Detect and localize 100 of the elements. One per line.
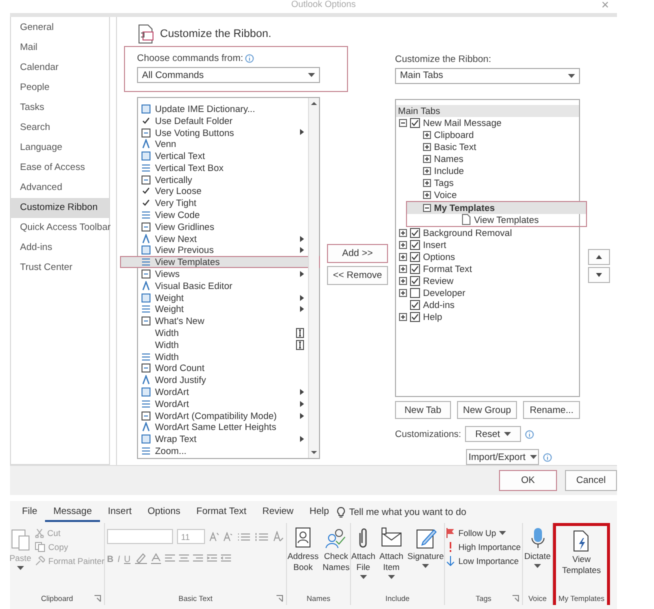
tree-item[interactable]: Tags [396, 176, 579, 189]
command-item[interactable]: Weight [138, 292, 308, 304]
tree-item[interactable]: Names [396, 152, 579, 165]
command-item[interactable]: Venn [138, 138, 308, 150]
remove-button[interactable]: << Remove [327, 266, 388, 285]
command-item[interactable]: Visual Basic Editor [138, 280, 308, 292]
ribbon-edit-button[interactable]: Rename... [523, 401, 580, 419]
command-item[interactable]: Wrap Text [138, 433, 308, 446]
ribbon-tab[interactable]: Format Text [188, 502, 254, 522]
tree-item[interactable]: Clipboard [396, 128, 579, 141]
ribbon-edit-button[interactable]: New Tab [395, 401, 451, 419]
tree-item[interactable]: Review [396, 274, 579, 287]
command-item[interactable]: View Previous [138, 244, 308, 256]
sidebar-item[interactable]: Trust Center [11, 258, 109, 278]
checkbox[interactable] [410, 276, 420, 286]
sidebar-item[interactable]: Add-ins [11, 238, 109, 258]
command-item[interactable]: Vertical Text Box [138, 162, 308, 174]
expand-icon[interactable] [423, 178, 431, 187]
ribbon-button[interactable]: Signature [407, 527, 444, 592]
tell-me-field[interactable]: Tell me what you want to do [349, 506, 466, 518]
expand-icon[interactable] [423, 154, 431, 163]
ribbon-tab[interactable]: Insert [100, 502, 140, 522]
command-item[interactable]: Views [138, 268, 308, 280]
toolbar-button[interactable]: High Importance [446, 542, 521, 552]
command-item[interactable]: Use Voting Buttons [138, 126, 308, 138]
add-button[interactable]: Add >> [327, 244, 388, 263]
checkbox[interactable] [410, 228, 420, 238]
tree-item[interactable]: Basic Text [396, 140, 579, 153]
command-item[interactable]: View Gridlines [138, 220, 308, 233]
command-item[interactable]: WordArt Same Letter Heights [138, 422, 308, 434]
commands-dropdown[interactable]: All Commands [137, 67, 320, 83]
command-item[interactable]: View Next [138, 232, 308, 245]
command-item[interactable]: WordArt (Compatibility Mode) [138, 410, 308, 422]
command-item[interactable]: View Templates [120, 256, 320, 268]
toolbar-button[interactable]: Follow Up [446, 528, 521, 538]
tree-item[interactable]: Background Removal [396, 226, 579, 239]
checkbox[interactable] [410, 252, 420, 262]
sidebar-item[interactable]: Quick Access Toolbar [11, 218, 109, 238]
command-item[interactable]: Use Default Folder [138, 114, 308, 127]
import-export-button[interactable]: Import/Export [466, 449, 539, 465]
expand-icon[interactable] [423, 130, 431, 139]
ribbon-button[interactable]: Attach File [351, 527, 376, 592]
cancel-button[interactable]: Cancel [565, 470, 617, 491]
collapse-icon[interactable] [423, 204, 431, 212]
tree-item[interactable]: Help [396, 310, 579, 323]
expand-icon[interactable] [423, 190, 431, 199]
checkbox[interactable] [410, 312, 420, 322]
tree-item[interactable]: Voice [396, 188, 579, 201]
ribbon-tab[interactable]: Options [140, 502, 188, 522]
ribbon-tab[interactable]: File [14, 502, 46, 522]
tree-item[interactable]: New Mail Message [396, 116, 579, 129]
ribbon-button[interactable]: Dictate [524, 527, 551, 592]
ribbon-button[interactable]: Address Book [287, 527, 319, 592]
sidebar-item[interactable]: Customize Ribbon [11, 198, 109, 218]
command-item[interactable]: Width [138, 338, 308, 351]
expand-icon[interactable] [399, 240, 407, 249]
command-item[interactable]: View Code [138, 209, 308, 221]
sidebar-item[interactable]: Advanced [11, 178, 109, 198]
checkbox[interactable] [410, 300, 420, 310]
tree-item[interactable]: Insert [396, 238, 579, 251]
ribbon-edit-button[interactable]: New Group [456, 401, 518, 419]
sidebar-item[interactable]: Calendar [11, 58, 109, 78]
expand-icon[interactable] [399, 276, 407, 285]
collapse-icon[interactable] [399, 118, 407, 127]
command-item[interactable]: Very Tight [138, 197, 308, 210]
command-item[interactable]: Width [138, 327, 308, 339]
sidebar-item[interactable]: General [11, 18, 109, 38]
tree-item[interactable]: Developer [396, 286, 579, 299]
expand-icon[interactable] [399, 228, 407, 237]
command-item[interactable]: WordArt [138, 398, 308, 410]
command-item[interactable]: Vertically [138, 174, 308, 186]
tree-item[interactable]: Format Text [396, 262, 579, 275]
checkbox[interactable] [410, 288, 420, 298]
ribbon-tab[interactable]: Help [302, 502, 338, 522]
expand-icon[interactable] [399, 264, 407, 273]
checkbox[interactable] [410, 264, 420, 274]
command-item[interactable]: Word Count [138, 362, 308, 374]
checkbox[interactable] [410, 118, 420, 128]
sidebar-item[interactable]: Search [11, 118, 109, 138]
command-item[interactable]: Word Justify [138, 374, 308, 386]
move-down-button[interactable] [588, 267, 610, 283]
move-up-button[interactable] [588, 249, 610, 265]
command-item[interactable]: WordArt [138, 386, 308, 398]
ok-button[interactable]: OK [499, 470, 557, 491]
command-item[interactable]: Weight [138, 304, 308, 316]
ribbon-dropdown[interactable]: Main Tabs [395, 68, 580, 84]
dialog-launcher-icon[interactable] [512, 595, 519, 602]
sidebar-item[interactable]: Tasks [11, 98, 109, 118]
toolbar-button[interactable]: Low Importance [446, 556, 521, 566]
expand-icon[interactable] [423, 166, 431, 175]
command-item[interactable]: Update IME Dictionary... [138, 103, 308, 115]
ribbon-tab[interactable]: Message [45, 502, 100, 522]
command-item[interactable]: Width [138, 350, 308, 363]
command-item[interactable]: Zoom... [138, 445, 308, 457]
sidebar-item[interactable]: Ease of Access [11, 158, 109, 178]
tree-item[interactable]: Add-ins [396, 298, 579, 311]
expand-icon[interactable] [399, 288, 407, 297]
reset-button[interactable]: Reset [465, 426, 522, 442]
sidebar-item[interactable]: Mail [11, 38, 109, 58]
ribbon-button[interactable]: View Templates [562, 530, 601, 592]
